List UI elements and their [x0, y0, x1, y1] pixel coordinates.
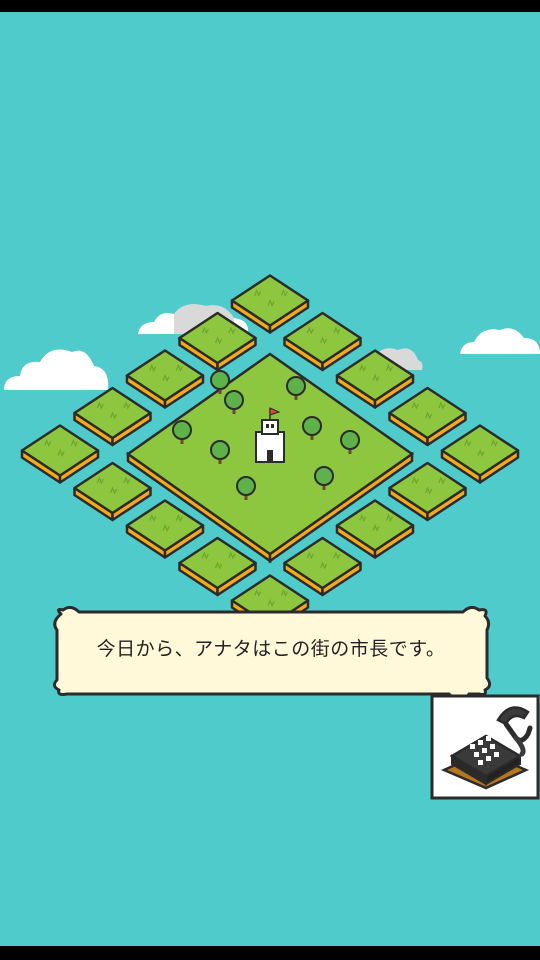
- land-tile[interactable]: [283, 311, 362, 372]
- land-tile[interactable]: [73, 386, 152, 447]
- land-tile[interactable]: [125, 499, 205, 559]
- land-tile[interactable]: [388, 461, 467, 522]
- dialog-box[interactable]: 今日から、アナタはこの街の市長です。: [49, 606, 493, 708]
- land-tile[interactable]: [178, 536, 257, 597]
- game-screen: 今日から、アナタはこの街の市長です。: [0, 0, 540, 960]
- land-tile[interactable]: [230, 274, 310, 334]
- dialog-message: 今日から、アナタはこの街の市長です。: [96, 637, 446, 660]
- land-tile[interactable]: [73, 461, 152, 522]
- town-map: [20, 274, 520, 634]
- land-tile[interactable]: [20, 424, 100, 484]
- land-tile[interactable]: [335, 499, 415, 559]
- telephone-icon: [430, 694, 540, 800]
- land-tile[interactable]: [178, 311, 257, 372]
- speaker-portrait[interactable]: [430, 694, 540, 800]
- land-tile[interactable]: [335, 349, 415, 409]
- land-tile[interactable]: [388, 386, 467, 447]
- land-tile[interactable]: [125, 349, 205, 409]
- land-tile[interactable]: [440, 424, 520, 484]
- land-tile[interactable]: [283, 536, 362, 597]
